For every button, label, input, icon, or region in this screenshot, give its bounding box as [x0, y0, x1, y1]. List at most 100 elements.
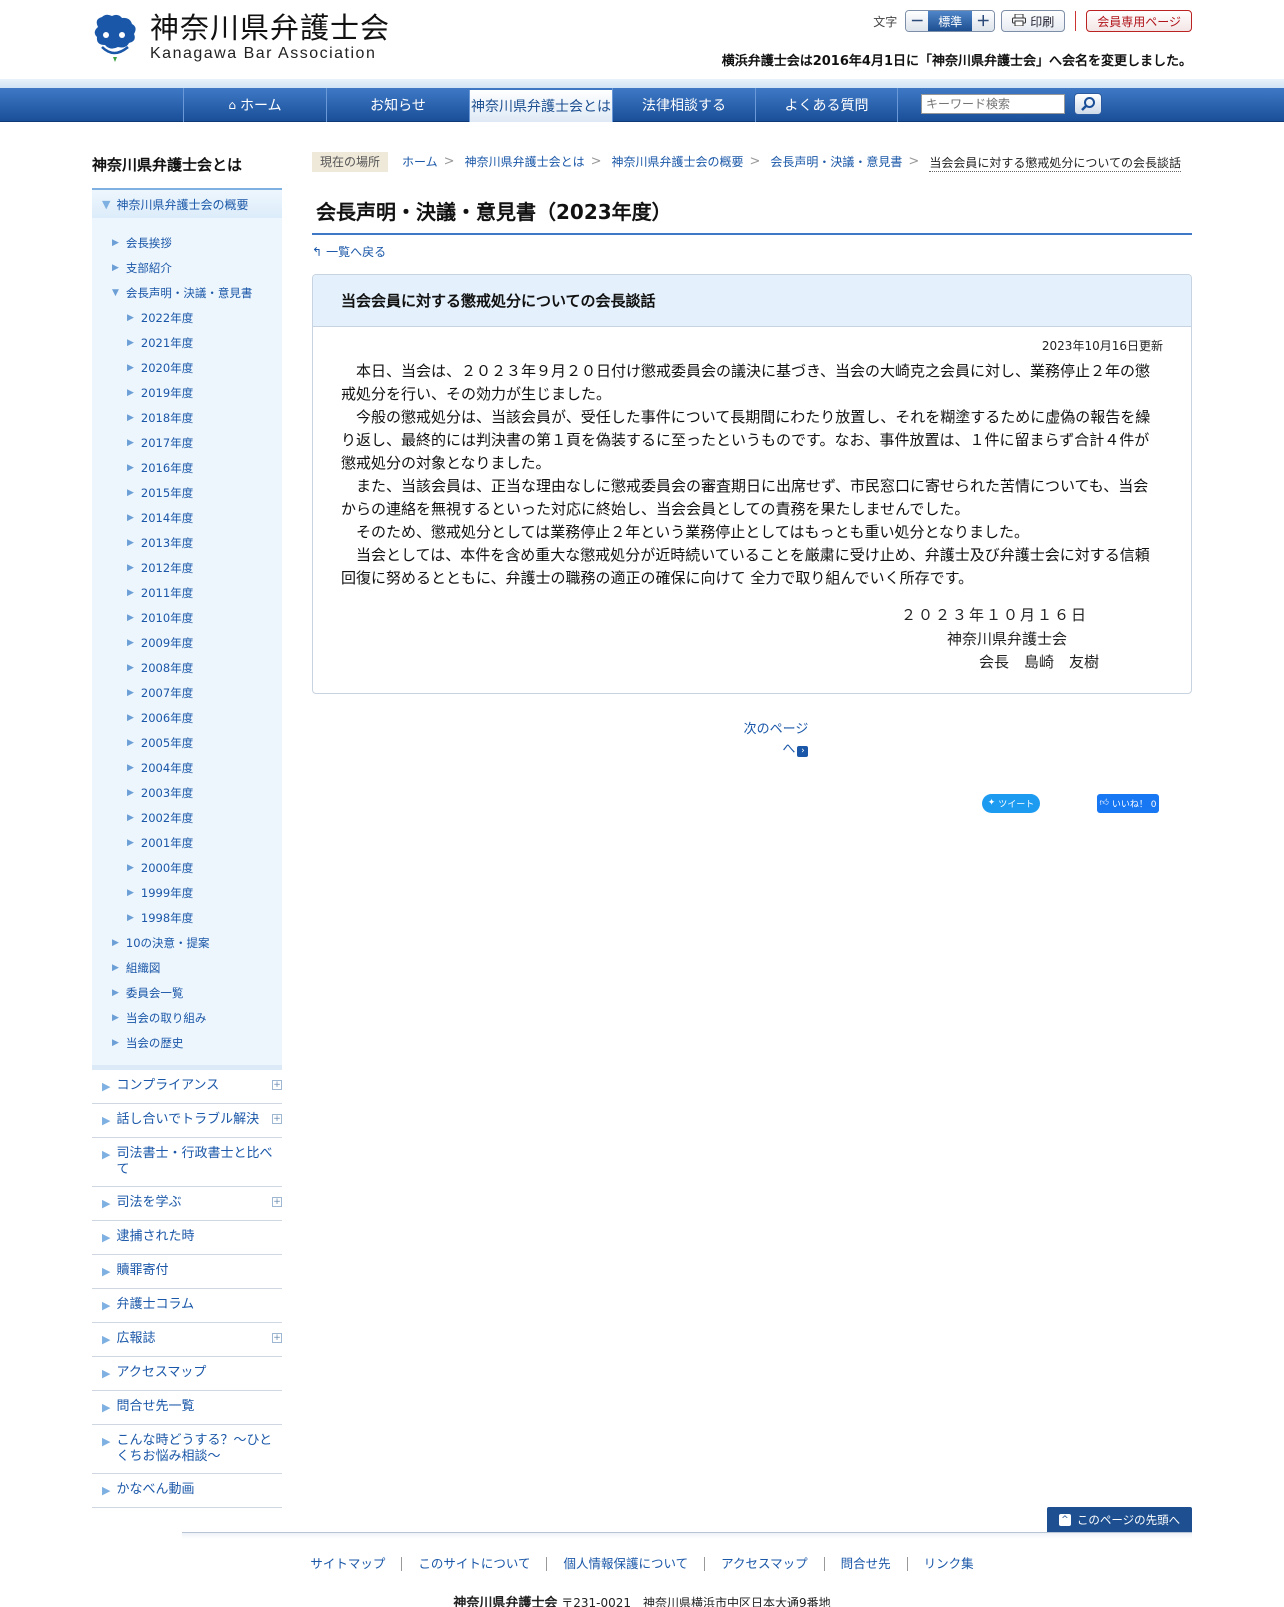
sidebar-subitem[interactable]: ▶ 当会の取り組み: [92, 1005, 282, 1030]
font-larger-button[interactable]: ＋: [972, 11, 995, 31]
sidebar-subitem[interactable]: ▶ 支部紹介: [92, 255, 282, 280]
footer-link-access[interactable]: アクセスマップ: [704, 1557, 824, 1571]
sidebar-year-item[interactable]: ▶ 2019年度: [92, 380, 282, 405]
sidebar-main-item[interactable]: ▶ アクセスマップ: [92, 1357, 282, 1391]
nav-news[interactable]: お知らせ: [326, 88, 469, 122]
footer-link-privacy[interactable]: 個人情報保護について: [546, 1557, 704, 1571]
like-button[interactable]: 👍︎ いいね！ 0: [1097, 793, 1159, 813]
nav-about[interactable]: 神奈川県弁護士会とは: [469, 90, 612, 122]
expand-plus-icon[interactable]: +: [272, 1080, 282, 1090]
expand-plus-icon[interactable]: +: [272, 1114, 282, 1124]
page-title: 会長声明・決議・意見書（2023年度）: [312, 196, 1192, 235]
sidebar-subitem[interactable]: ▶ 委員会一覧: [92, 980, 282, 1005]
expand-plus-icon[interactable]: +: [272, 1197, 282, 1207]
next-page-label-2: へ: [782, 741, 796, 757]
search-icon: [1081, 97, 1095, 111]
sidebar-year-item[interactable]: ▶ 2008年度: [92, 655, 282, 680]
sidebar-year-item[interactable]: ▶ 2001年度: [92, 830, 282, 855]
sidebar-subitem[interactable]: ▶ 組織図: [92, 955, 282, 980]
sidebar-main-item[interactable]: ▶ 弁護士コラム: [92, 1289, 282, 1323]
sidebar-year-item[interactable]: ▶ 2021年度: [92, 330, 282, 355]
triangle-right-icon: ▶: [127, 687, 134, 698]
member-page-button[interactable]: 会員専用ページ: [1086, 10, 1192, 32]
sidebar-main-item[interactable]: ▶ 話し合いでトラブル解決 +: [92, 1104, 282, 1138]
sidebar-year-item[interactable]: ▶ 2009年度: [92, 630, 282, 655]
sidebar-year-item[interactable]: ▶ 2014年度: [92, 505, 282, 530]
sidebar-year-item[interactable]: ▶ 1998年度: [92, 905, 282, 930]
sidebar-subitem[interactable]: ▶ 10の決意・提案: [92, 930, 282, 955]
triangle-right-icon: ▶: [127, 787, 134, 798]
sidebar-main-item[interactable]: ▶ 贖罪寄付: [92, 1255, 282, 1289]
triangle-down-icon: ▼: [112, 287, 119, 298]
sidebar-year-item[interactable]: ▶ 2003年度: [92, 780, 282, 805]
sidebar-year-item[interactable]: ▶ 2010年度: [92, 605, 282, 630]
footer-link-sitemap[interactable]: サイトマップ: [294, 1557, 401, 1571]
tweet-button[interactable]: ✦ ツイート: [982, 793, 1040, 813]
sidebar-main-item[interactable]: ▶ かなべん動画: [92, 1474, 282, 1508]
footer-link-links[interactable]: リンク集: [906, 1557, 990, 1571]
sidebar-main-item[interactable]: ▶ こんな時どうする？～ひとくちお悩み相談～: [92, 1425, 282, 1474]
sidebar-main-item[interactable]: ▶ 広報誌 +: [92, 1323, 282, 1357]
sidebar-year-item[interactable]: ▶ 2002年度: [92, 805, 282, 830]
expand-plus-icon[interactable]: +: [272, 1333, 282, 1343]
triangle-right-icon: ▶: [127, 462, 134, 473]
font-smaller-button[interactable]: －: [906, 11, 929, 31]
sidebar-item-overview[interactable]: ▼ 神奈川県弁護士会の概要: [92, 188, 282, 218]
sidebar-year-item[interactable]: ▶ 2004年度: [92, 755, 282, 780]
print-button[interactable]: 印刷: [1001, 10, 1066, 32]
sidebar-subitem[interactable]: ▶ 会長挨拶: [92, 230, 282, 255]
sidebar-year-item[interactable]: ▶ 2018年度: [92, 405, 282, 430]
sidebar-year-item[interactable]: ▶ 2006年度: [92, 705, 282, 730]
next-page-link[interactable]: 次のページ へ ›: [744, 720, 809, 760]
bird-icon: ✦: [987, 798, 996, 808]
triangle-right-icon: ▶: [102, 1114, 111, 1127]
sidebar-year-item[interactable]: ▶ 2013年度: [92, 530, 282, 555]
sidebar-year-item[interactable]: ▶ 2020年度: [92, 355, 282, 380]
social-buttons: ✦ ツイート 👍︎ いいね！ 0: [312, 793, 1192, 816]
triangle-right-icon: ▶: [102, 1231, 111, 1244]
next-page-nav: 次のページ へ ›: [312, 720, 1192, 760]
sidebar-year-item[interactable]: ▶ 2015年度: [92, 480, 282, 505]
updated-date: 2023年10月16日更新: [1041, 339, 1163, 353]
sidebar-main-item[interactable]: ▶ 司法書士・行政書士と比べて: [92, 1138, 282, 1187]
font-standard-button[interactable]: 標準: [928, 11, 973, 31]
triangle-right-icon: ▶: [102, 1148, 111, 1161]
sidebar-main-item[interactable]: ▶ コンプライアンス +: [92, 1070, 282, 1104]
logo-title-en: Kanagawa Bar Association: [150, 45, 377, 62]
triangle-right-icon: ▶: [112, 262, 119, 273]
footer-link-about[interactable]: このサイトについて: [401, 1557, 546, 1571]
breadcrumb-link[interactable]: 神奈川県弁護士会の概要: [611, 152, 743, 172]
triangle-right-icon: ▶: [112, 1012, 119, 1023]
triangle-right-icon: ▶: [102, 1484, 111, 1497]
sidebar-year-item[interactable]: ▶ 2007年度: [92, 680, 282, 705]
sidebar-year-item[interactable]: ▶ 2005年度: [92, 730, 282, 755]
nav-consult[interactable]: 法律相談する: [612, 88, 755, 122]
sidebar-year-item[interactable]: ▶ 1999年度: [92, 880, 282, 905]
signature-date: ２０２３年１０月１６日: [901, 606, 1089, 624]
sidebar-main-item[interactable]: ▶ 問合せ先一覧: [92, 1391, 282, 1425]
page-top-button[interactable]: ^ このページの先頭へ: [1047, 1507, 1192, 1532]
sidebar-year-item[interactable]: ▶ 2000年度: [92, 855, 282, 880]
sidebar-subitem-statements[interactable]: ▼ 会長声明・決議・意見書: [92, 280, 282, 305]
sidebar-main-item[interactable]: ▶ 逮捕された時: [92, 1221, 282, 1255]
sidebar-year-item[interactable]: ▶ 2012年度: [92, 555, 282, 580]
search-button[interactable]: [1074, 93, 1102, 115]
thumbs-up-icon: 👍︎: [1099, 798, 1109, 808]
breadcrumb-link[interactable]: 会長声明・決議・意見書: [770, 152, 902, 172]
sidebar-subitem[interactable]: ▶ 当会の歴史: [92, 1030, 282, 1055]
triangle-right-icon: ▶: [112, 237, 119, 248]
sidebar-year-item[interactable]: ▶ 2016年度: [92, 455, 282, 480]
sidebar-year-item[interactable]: ▶ 2017年度: [92, 430, 282, 455]
sidebar-year-item[interactable]: ▶ 2022年度: [92, 305, 282, 330]
nav-home[interactable]: ⌂ ホーム: [183, 88, 326, 122]
breadcrumb-link[interactable]: 神奈川県弁護士会とは: [465, 152, 585, 172]
sidebar-main-item[interactable]: ▶ 司法を学ぶ +: [92, 1187, 282, 1221]
footer-link-contact[interactable]: 問合せ先: [823, 1557, 907, 1571]
site-logo[interactable]: 神奈川県弁護士会 Kanagawa Bar Association: [92, 10, 412, 66]
back-to-list-link[interactable]: ↰ 一覧へ戻る: [312, 243, 1192, 260]
triangle-right-icon: ▶: [127, 912, 134, 923]
search-input[interactable]: [921, 94, 1065, 114]
breadcrumb-link[interactable]: ホーム: [402, 152, 438, 172]
nav-faq[interactable]: よくある質問: [755, 88, 898, 122]
sidebar-year-item[interactable]: ▶ 2011年度: [92, 580, 282, 605]
